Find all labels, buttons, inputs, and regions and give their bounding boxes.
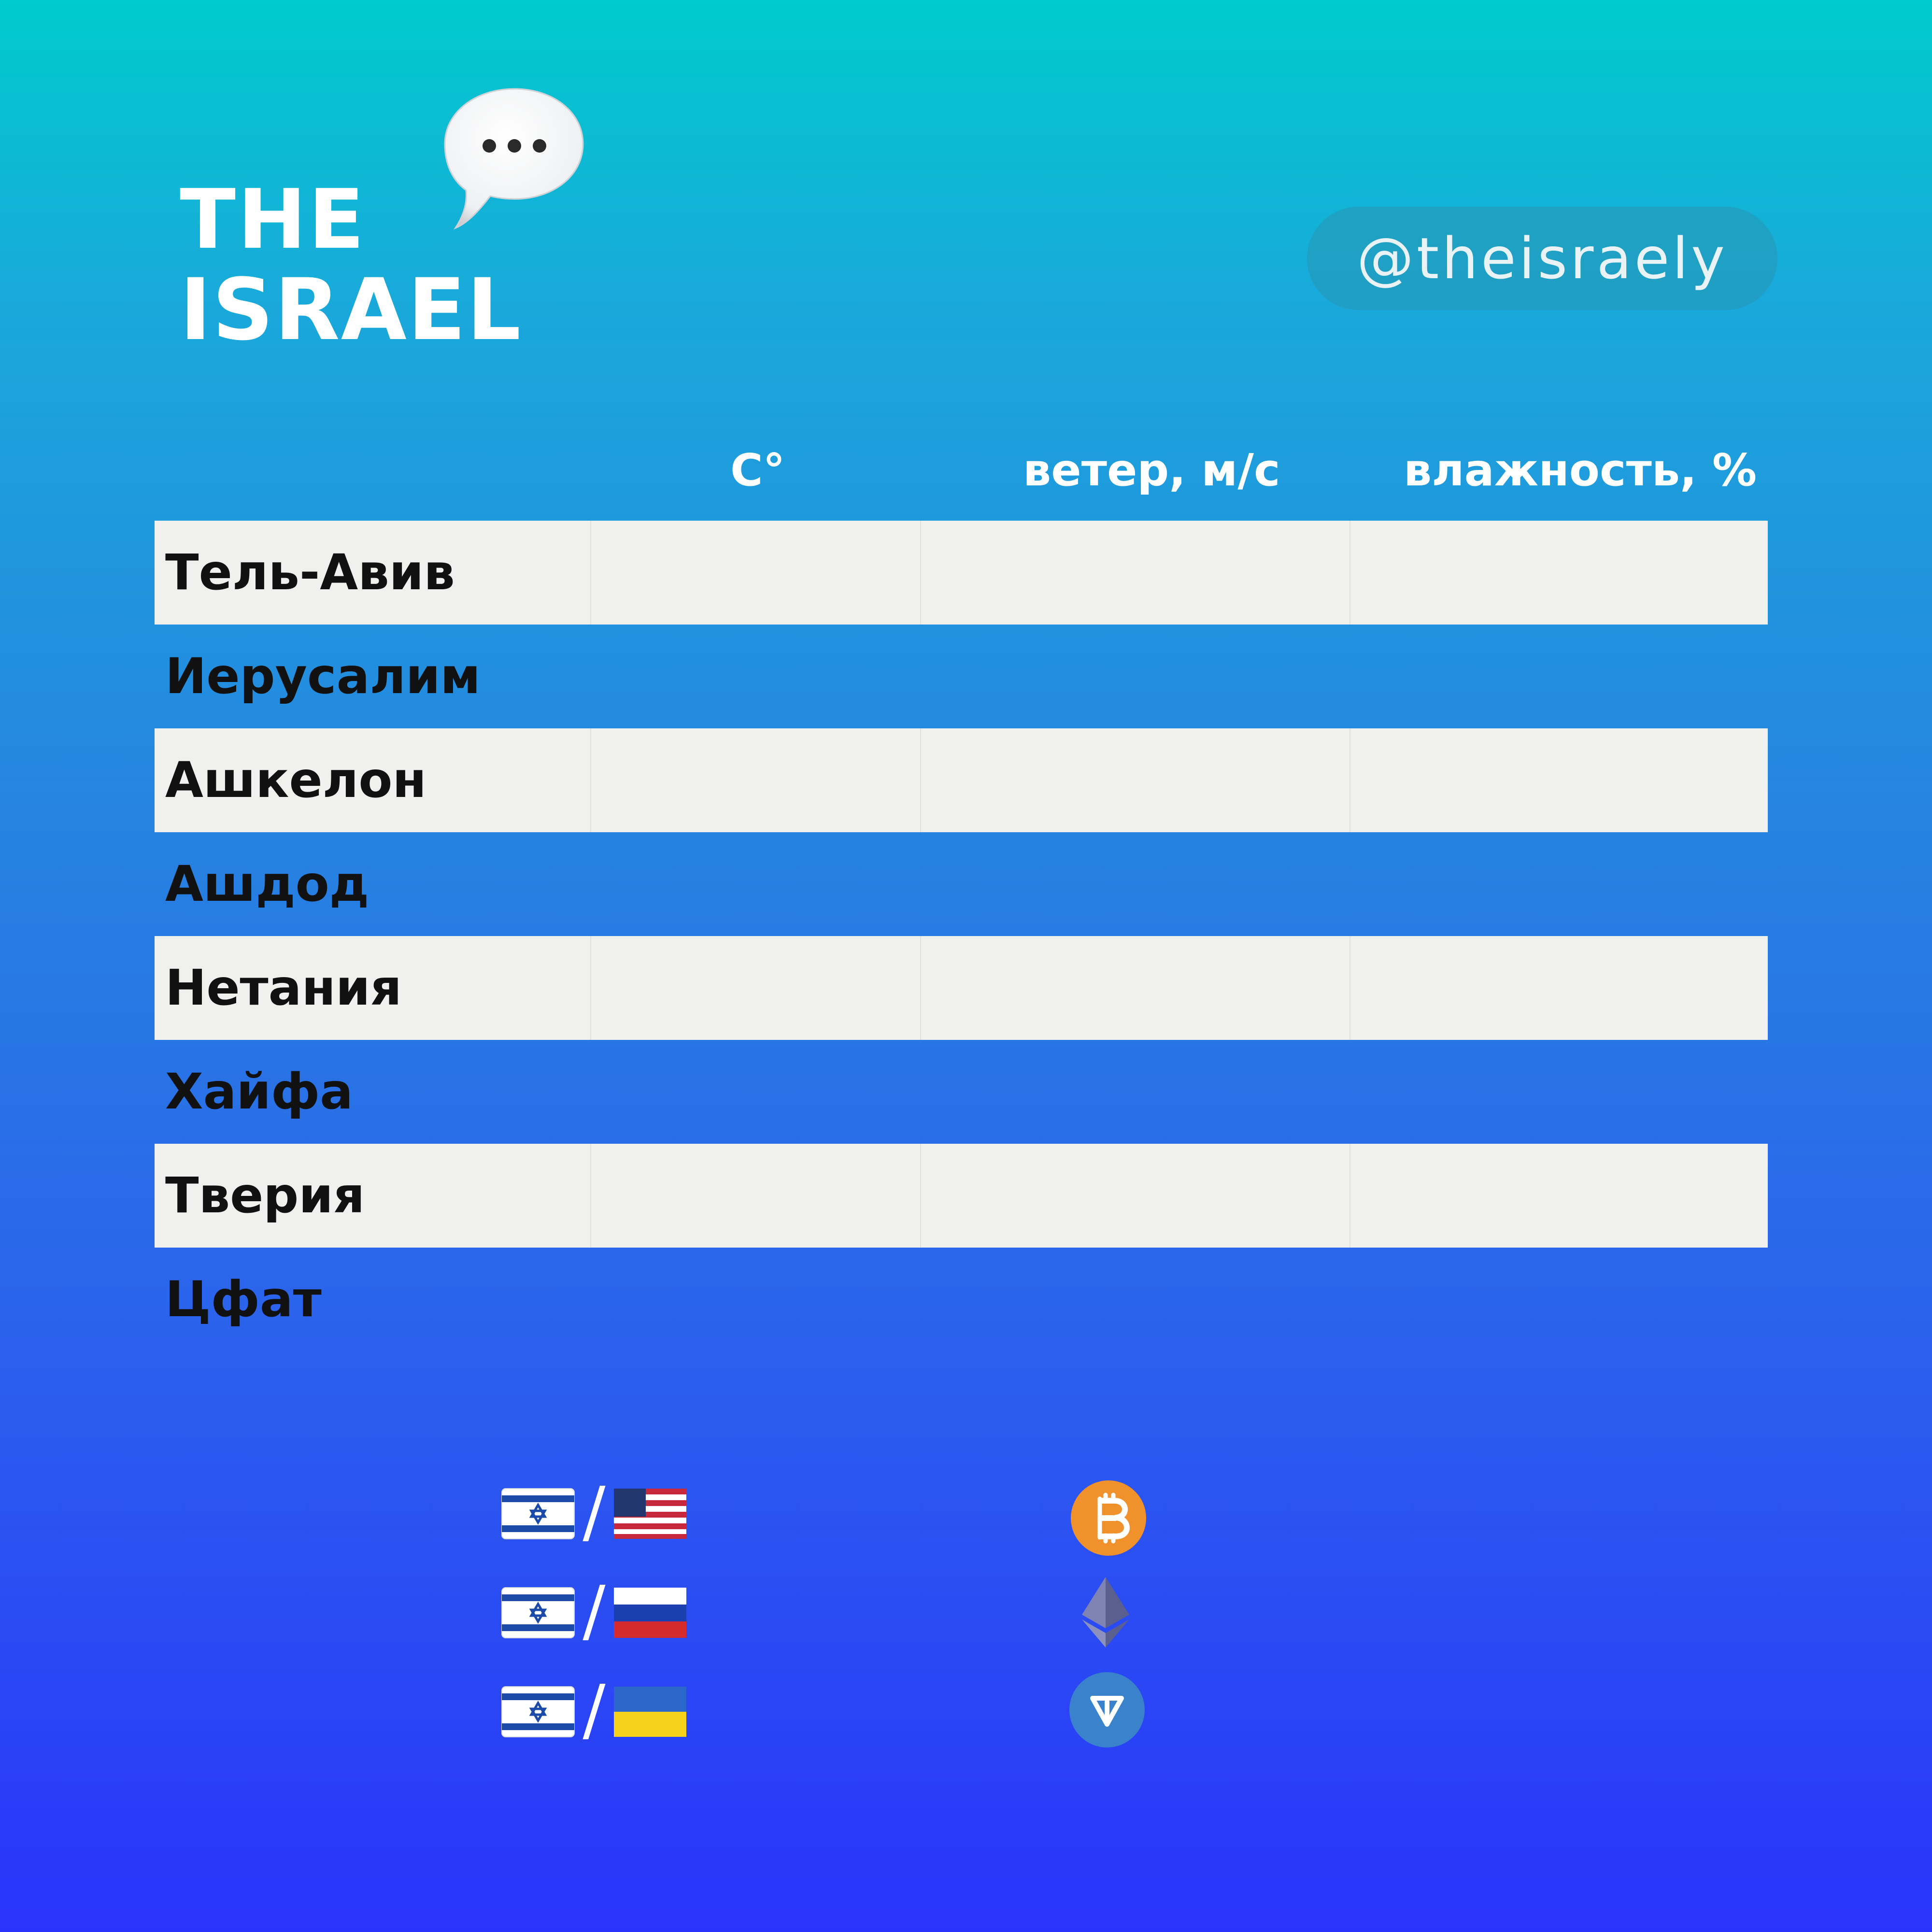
column-divider (590, 936, 591, 1040)
israel-flag-icon (501, 1488, 575, 1539)
brand-line-2: ISRAEL (180, 260, 522, 359)
israel-flag-icon (501, 1587, 575, 1638)
column-divider (920, 521, 921, 625)
column-divider (920, 1144, 921, 1248)
column-divider (590, 521, 591, 625)
city-name: Ашдод (165, 855, 369, 913)
column-divider (590, 728, 591, 832)
israel-flag-icon (501, 1686, 575, 1737)
column-divider (920, 728, 921, 832)
channel-handle[interactable]: @theisraely (1307, 207, 1777, 310)
pair-separator: / (582, 1676, 606, 1748)
table-row: Тель-Авив (155, 521, 1768, 625)
usa-flag-icon (614, 1489, 686, 1539)
city-name: Тель-Авив (165, 544, 455, 601)
column-header-humidity: влажность, % (1404, 444, 1757, 496)
russia-flag-icon (614, 1588, 686, 1638)
ton-icon (1069, 1672, 1145, 1747)
table-row: Тверия (155, 1144, 1768, 1248)
ukraine-flag-icon (614, 1687, 686, 1737)
currency-pair-ils-usd: / (501, 1478, 686, 1550)
city-name: Нетания (165, 959, 402, 1017)
table-row: Хайфа (155, 1040, 1768, 1144)
column-header-wind: ветер, м/с (1023, 444, 1280, 496)
column-divider (920, 936, 921, 1040)
table-row: Нетания (155, 936, 1768, 1040)
city-name: Хайфа (165, 1063, 353, 1121)
ethereum-icon (1082, 1577, 1129, 1648)
table-row: Ашкелон (155, 728, 1768, 832)
city-name: Цфат (165, 1271, 322, 1328)
table-row: Цфат (155, 1248, 1768, 1351)
bitcoin-icon (1071, 1480, 1146, 1556)
city-name: Ашкелон (165, 752, 426, 809)
city-name: Иерусалим (165, 648, 481, 705)
city-name: Тверия (165, 1167, 365, 1224)
page: { "brand": { "line1": "THE", "line2": "I… (0, 0, 1932, 1932)
column-divider (590, 1144, 591, 1248)
speech-bubble-icon (444, 88, 584, 230)
column-header-temperature: C° (730, 444, 785, 496)
pair-separator: / (582, 1577, 606, 1649)
currency-pair-ils-uah: / (501, 1676, 686, 1748)
table-row: Иерусалим (155, 625, 1768, 728)
pair-separator: / (582, 1478, 606, 1550)
table-row: Ашдод (155, 832, 1768, 936)
currency-pair-ils-rub: / (501, 1577, 686, 1649)
